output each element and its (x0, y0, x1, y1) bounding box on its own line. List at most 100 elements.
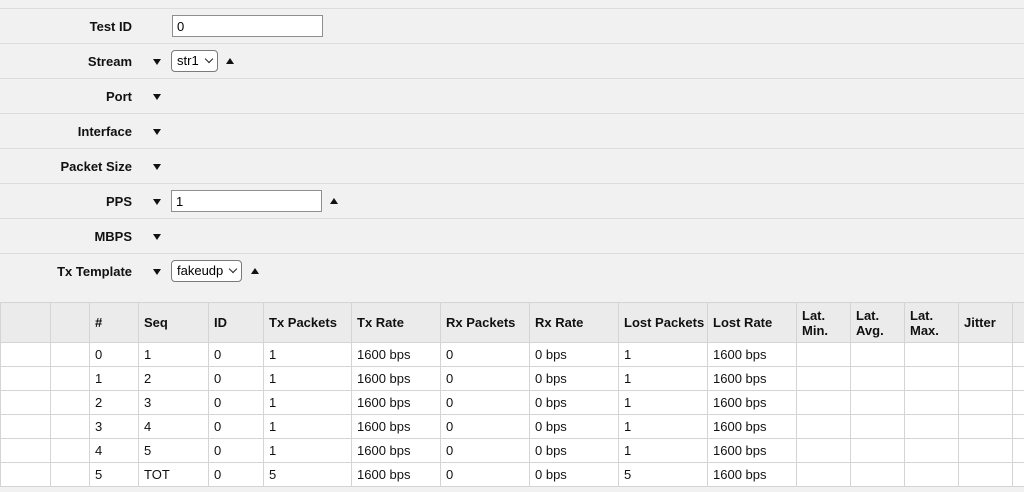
collapse-stream-icon[interactable] (153, 59, 161, 65)
tx-template-label: Tx Template (57, 264, 132, 279)
cell-lat-max (904, 390, 959, 415)
cell-rx-packets: 0 (440, 462, 530, 487)
test-id-input[interactable] (172, 15, 323, 37)
stream-select[interactable]: str1 (171, 50, 218, 72)
expand-pps-icon[interactable] (330, 198, 338, 204)
row-stub-cell (1012, 390, 1024, 415)
results-table: # Seq ID Tx Packets Tx Rate Rx Packets R… (0, 302, 1024, 487)
row-stub-cell (50, 414, 90, 439)
row-stub-cell (0, 342, 51, 367)
row-tx-template: Tx Template fakeudp (0, 254, 1024, 289)
cell-rx-packets: 0 (440, 342, 530, 367)
column-header-rx-packets[interactable]: Rx Packets (440, 302, 530, 343)
cell-lat-avg (850, 438, 905, 463)
cell-lat-min (796, 366, 851, 391)
table-row[interactable]: 1 2 0 1 1600 bps 0 0 bps 1 1600 bps (0, 366, 1024, 391)
column-header-tx-rate[interactable]: Tx Rate (351, 302, 441, 343)
row-stub-cell (1012, 438, 1024, 463)
pps-input[interactable] (171, 190, 322, 212)
cell-lost-packets: 1 (618, 390, 708, 415)
chevron-down-icon (204, 54, 213, 64)
header-stub (50, 302, 90, 343)
row-stub-cell (50, 390, 90, 415)
expand-tx-template-icon[interactable] (251, 268, 259, 274)
cell-number: 2 (89, 390, 139, 415)
column-header-tx-packets[interactable]: Tx Packets (263, 302, 352, 343)
cell-seq: TOT (138, 462, 209, 487)
cell-lat-min (796, 438, 851, 463)
cell-rx-rate: 0 bps (529, 438, 619, 463)
column-header-lat-max[interactable]: Lat. Max. (904, 302, 959, 343)
cell-tx-packets: 1 (263, 438, 352, 463)
cell-lat-avg (850, 342, 905, 367)
cell-lat-min (796, 462, 851, 487)
row-stub-cell (50, 366, 90, 391)
collapse-pps-icon[interactable] (153, 199, 161, 205)
column-header-seq[interactable]: Seq (138, 302, 209, 343)
collapse-mbps-icon[interactable] (153, 234, 161, 240)
row-packet-size: Packet Size (0, 149, 1024, 184)
tx-template-select[interactable]: fakeudp (171, 260, 243, 282)
cell-seq: 1 (138, 342, 209, 367)
mbps-label: MBPS (94, 229, 132, 244)
stream-select-value: str1 (177, 53, 199, 68)
cell-lat-max (904, 414, 959, 439)
cell-jitter (958, 414, 1013, 439)
cell-lat-min (796, 342, 851, 367)
collapse-packet-size-icon[interactable] (153, 164, 161, 170)
cell-jitter (958, 366, 1013, 391)
cell-rx-packets: 0 (440, 414, 530, 439)
cell-lost-packets: 1 (618, 414, 708, 439)
cell-lat-avg (850, 462, 905, 487)
row-stub-cell (50, 462, 90, 487)
column-header-jitter[interactable]: Jitter (958, 302, 1013, 343)
column-header-id[interactable]: ID (208, 302, 264, 343)
cell-lost-rate: 1600 bps (707, 414, 797, 439)
test-id-label: Test ID (89, 19, 132, 34)
column-header-lost-rate[interactable]: Lost Rate (707, 302, 797, 343)
column-header-lat-min[interactable]: Lat. Min. (796, 302, 851, 343)
row-stub-cell (50, 438, 90, 463)
cell-rx-rate: 0 bps (529, 366, 619, 391)
cell-lat-avg (850, 366, 905, 391)
cell-id: 0 (208, 438, 264, 463)
cell-number: 3 (89, 414, 139, 439)
tx-template-select-value: fakeudp (177, 263, 224, 278)
column-header-number[interactable]: # (89, 302, 139, 343)
cell-lost-rate: 1600 bps (707, 462, 797, 487)
interface-label: Interface (77, 124, 132, 139)
row-mbps: MBPS (0, 219, 1024, 254)
cell-lost-rate: 1600 bps (707, 438, 797, 463)
cell-seq: 2 (138, 366, 209, 391)
cell-lat-min (796, 390, 851, 415)
cell-jitter (958, 438, 1013, 463)
table-row[interactable]: 4 5 0 1 1600 bps 0 0 bps 1 1600 bps (0, 438, 1024, 463)
row-stub-cell (1012, 342, 1024, 367)
port-label: Port (106, 89, 132, 104)
expand-stream-icon[interactable] (226, 58, 234, 64)
cell-jitter (958, 462, 1013, 487)
column-header-lat-avg[interactable]: Lat. Avg. (850, 302, 905, 343)
header-stub (0, 302, 51, 343)
collapse-port-icon[interactable] (153, 94, 161, 100)
cell-lat-max (904, 438, 959, 463)
row-stub-cell (0, 414, 51, 439)
table-row[interactable]: 0 1 0 1 1600 bps 0 0 bps 1 1600 bps (0, 342, 1024, 367)
column-header-rx-rate[interactable]: Rx Rate (529, 302, 619, 343)
table-row[interactable]: 5 TOT 0 5 1600 bps 0 0 bps 5 1600 bps (0, 462, 1024, 487)
cell-number: 1 (89, 366, 139, 391)
table-row[interactable]: 2 3 0 1 1600 bps 0 0 bps 1 1600 bps (0, 390, 1024, 415)
collapse-tx-template-icon[interactable] (153, 269, 161, 275)
cell-seq: 3 (138, 390, 209, 415)
column-header-lost-packets[interactable]: Lost Packets (618, 302, 708, 343)
cell-lat-max (904, 366, 959, 391)
cell-id: 0 (208, 342, 264, 367)
cell-tx-rate: 1600 bps (351, 438, 441, 463)
collapse-interface-icon[interactable] (153, 129, 161, 135)
cell-tx-packets: 1 (263, 390, 352, 415)
cell-rx-rate: 0 bps (529, 414, 619, 439)
table-row[interactable]: 3 4 0 1 1600 bps 0 0 bps 1 1600 bps (0, 414, 1024, 439)
cell-id: 0 (208, 462, 264, 487)
cell-rx-rate: 0 bps (529, 342, 619, 367)
cell-id: 0 (208, 366, 264, 391)
